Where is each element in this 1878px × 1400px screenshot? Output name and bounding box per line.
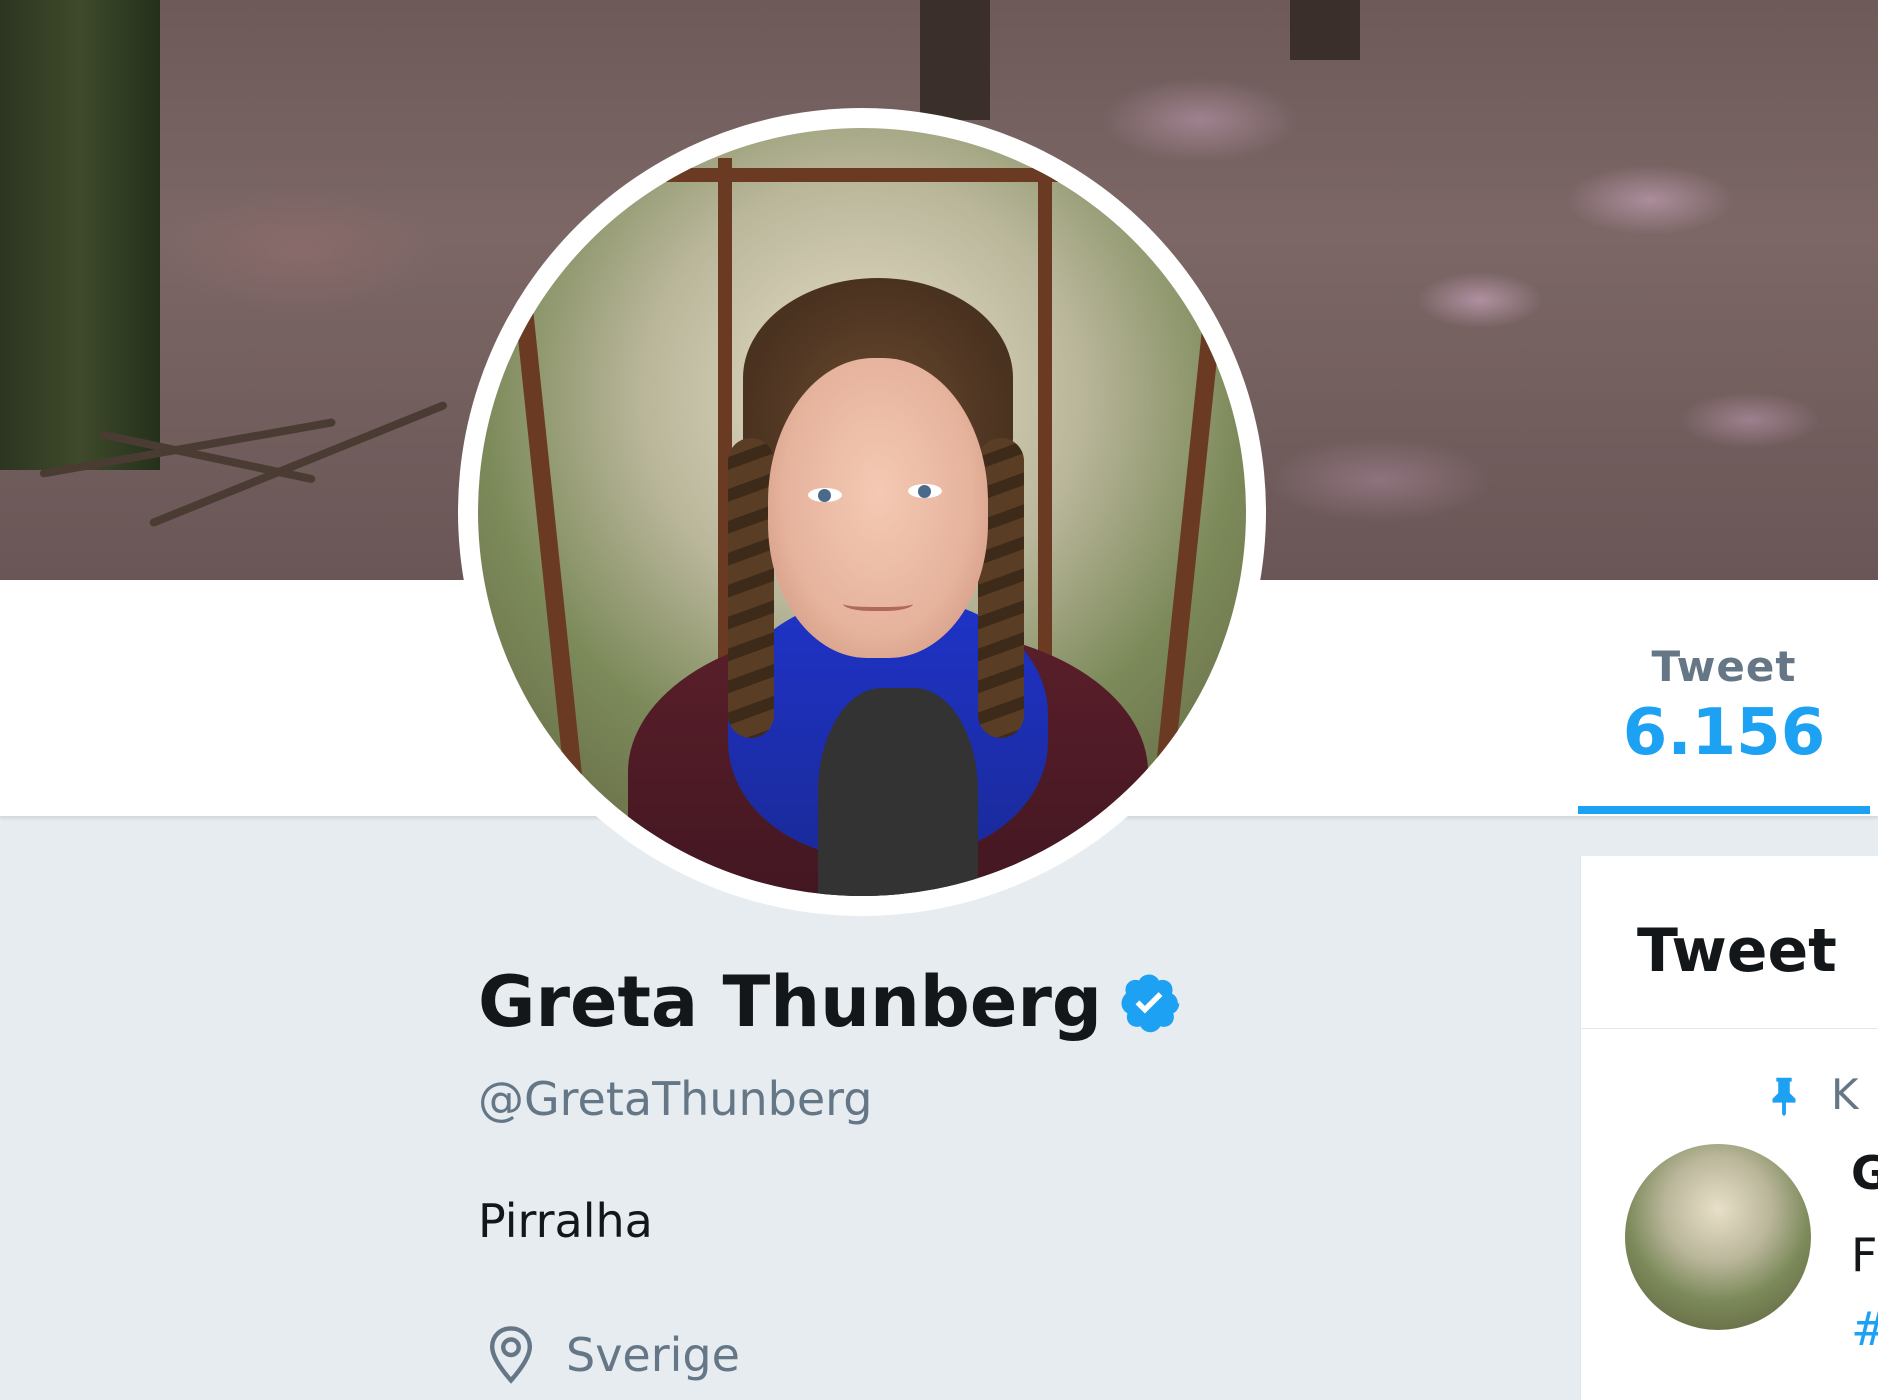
profile-bio: Pirralha <box>478 1194 653 1248</box>
avatar-photo <box>478 128 1246 896</box>
tweet-author-name[interactable]: G <box>1851 1146 1878 1200</box>
timeline-header: Tweet <box>1581 856 1878 1029</box>
tree-trunk <box>920 0 990 120</box>
location-pin-icon <box>489 1326 533 1384</box>
profile-location: Sverige <box>484 1320 740 1390</box>
pinned-label-text: K <box>1831 1070 1859 1119</box>
profile-name: Greta Thunberg <box>478 961 1102 1043</box>
profile-name-row: Greta Thunberg <box>478 961 1182 1043</box>
pushpin-icon <box>1772 1077 1796 1116</box>
timeline-title: Tweet <box>1637 916 1837 986</box>
tree-trunk <box>0 0 160 470</box>
profile-location-text: Sverige <box>566 1328 740 1382</box>
pinned-tweet-label: K <box>1761 1070 1859 1119</box>
verified-badge-icon <box>1116 969 1182 1035</box>
tweet-hashtag[interactable]: # <box>1851 1302 1878 1356</box>
tweet-text: F <box>1851 1228 1878 1282</box>
nav-tweets-count: 6.156 <box>1622 696 1826 770</box>
tree-trunk <box>1290 0 1360 60</box>
fallen-branch <box>148 400 449 528</box>
nav-active-indicator <box>1578 806 1870 814</box>
nav-tweets-tab[interactable]: Tweet 6.156 <box>1578 630 1870 816</box>
nav-tweets-label: Tweet <box>1651 642 1797 691</box>
profile-handle[interactable]: @GretaThunberg <box>478 1072 872 1126</box>
tweet-author-avatar[interactable] <box>1625 1144 1811 1330</box>
tweets-timeline: Tweet K G F # <box>1580 856 1878 1400</box>
profile-avatar[interactable] <box>458 108 1266 916</box>
